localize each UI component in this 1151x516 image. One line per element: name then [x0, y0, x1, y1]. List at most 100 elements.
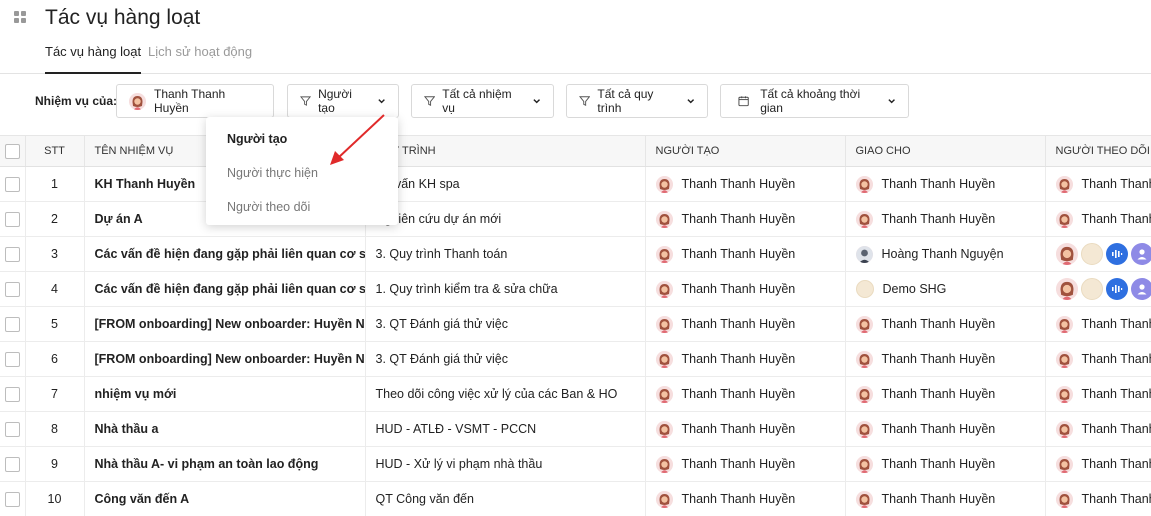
table-row[interactable]: 8 Nhà thầu a HUD - ATLĐ - VSMT - PCCN Thanh…	[0, 411, 1151, 447]
task-filter-button[interactable]: Tất cả nhiệm vụ	[411, 84, 554, 118]
task-name[interactable]: Các vấn đề hiện đang gặp phải liên quan …	[84, 271, 366, 307]
assignee-name: Thanh Thanh Huyền	[881, 492, 996, 506]
row-checkbox[interactable]	[0, 306, 26, 342]
process-name: Tư vấn KH spa	[365, 166, 646, 202]
row-checkbox[interactable]	[0, 376, 26, 412]
select-all-checkbox[interactable]	[0, 135, 26, 167]
avatar-icon	[855, 175, 873, 193]
row-checkbox[interactable]	[0, 446, 26, 482]
page-header: Tác vụ hàng loạt Tác vụ hàng loạt Lịch s…	[0, 0, 1151, 74]
task-name[interactable]: Công văn đến A	[84, 481, 366, 516]
follower-cell: Thanh Thanh Huyền	[1045, 166, 1151, 202]
avatar-icon	[855, 455, 873, 473]
avatar-icon	[1055, 210, 1073, 228]
tasks-table: STT TÊN NHIỆM VỤ QUY TRÌNH NGƯỜI TẠO GIA…	[0, 135, 1151, 516]
table-row[interactable]: 3 Các vấn đề hiện đang gặp phải liên quan…	[0, 236, 1151, 272]
assignee-cell: Thanh Thanh Huyền	[845, 446, 1046, 482]
row-checkbox[interactable]	[0, 341, 26, 377]
dropdown-item-follower[interactable]: Người theo dõi	[227, 200, 310, 214]
assignee-name: Demo SHG	[882, 282, 947, 296]
task-name[interactable]: [FROM onboarding] New onboarder: Huyền N…	[84, 306, 366, 342]
assignee-name: Thanh Thanh Huyền	[881, 457, 996, 471]
row-checkbox[interactable]	[0, 411, 26, 447]
table-row[interactable]: 7 nhiệm vụ mới Theo dõi công việc xử lý củ…	[0, 376, 1151, 412]
avatar-icon	[855, 490, 873, 508]
table-row[interactable]: 6 [FROM onboarding] New onboarder: Huyền …	[0, 341, 1151, 377]
assignee-cell: Thanh Thanh Huyền	[845, 201, 1046, 237]
user-select[interactable]: Thanh Thanh Huyền	[116, 84, 274, 118]
task-name[interactable]: Các vấn đề hiện đang gặp phải liên quan …	[84, 236, 366, 272]
avatar-icon	[855, 385, 873, 403]
role-dropdown-menu: Người tạo Người thực hiện Người theo dõi	[206, 117, 398, 225]
row-checkbox[interactable]	[0, 236, 26, 272]
avatar-icon	[1055, 455, 1073, 473]
row-checkbox[interactable]	[0, 201, 26, 237]
role-filter-label: Người tạo	[318, 87, 352, 115]
time-filter-label: Tất cả khoảng thời gian	[760, 87, 861, 115]
followers-group[interactable]	[1055, 243, 1151, 265]
creator-name: Thanh Thanh Huyền	[681, 492, 796, 506]
follower-name: Thanh Thanh Huyền	[1081, 177, 1151, 191]
table-row[interactable]: 4 Các vấn đề hiện đang gặp phải liên quan…	[0, 271, 1151, 307]
assignee-name: Thanh Thanh Huyền	[881, 352, 996, 366]
follower-cell: Thanh Thanh Huyền	[1045, 446, 1151, 482]
row-checkbox[interactable]	[0, 271, 26, 307]
task-name[interactable]: [FROM onboarding] New onboarder: Huyền N…	[84, 341, 366, 377]
filter-icon	[424, 96, 436, 106]
process-name: HUD - Xử lý vi phạm nhà thầu	[365, 446, 646, 482]
assignee-name: Thanh Thanh Huyền	[881, 317, 996, 331]
avatar-icon	[129, 92, 146, 110]
role-filter-button[interactable]: Người tạo	[287, 84, 399, 118]
assignee-name: Thanh Thanh Huyền	[881, 387, 996, 401]
followers-group[interactable]	[1055, 278, 1151, 300]
task-name[interactable]: Nhà thầu a	[84, 411, 366, 447]
row-number: 1	[25, 166, 85, 202]
task-name[interactable]: Nhà thầu A- vi phạm an toàn lao động	[84, 446, 366, 482]
row-number: 8	[25, 411, 85, 447]
apps-grid-icon[interactable]	[14, 11, 26, 23]
process-name: Theo dõi công việc xử lý của các Ban & H…	[365, 376, 646, 412]
creator-cell: Thanh Thanh Huyền	[645, 411, 846, 447]
creator-cell: Thanh Thanh Huyền	[645, 271, 846, 307]
row-checkbox[interactable]	[0, 166, 26, 202]
creator-name: Thanh Thanh Huyền	[681, 247, 796, 261]
avatar-icon	[1080, 278, 1103, 300]
chevron-down-icon	[378, 99, 385, 104]
creator-name: Thanh Thanh Huyền	[681, 352, 796, 366]
table-row[interactable]: 5 [FROM onboarding] New onboarder: Huyền …	[0, 306, 1151, 342]
assignee-name: Thanh Thanh Huyền	[881, 212, 996, 226]
row-checkbox[interactable]	[0, 481, 26, 516]
process-name: 3. QT Đánh giá thử việc	[365, 341, 646, 377]
dropdown-item-assignee[interactable]: Người thực hiện	[227, 166, 318, 180]
avatar-icon	[855, 210, 873, 228]
row-number: 3	[25, 236, 85, 272]
assignee-cell: Thanh Thanh Huyền	[845, 306, 1046, 342]
assignee-cell: Thanh Thanh Huyền	[845, 411, 1046, 447]
table-row[interactable]: 10 Công văn đến A QT Công văn đến Thanh Tha…	[0, 481, 1151, 516]
follower-cell: Thanh Thanh Huyền	[1045, 376, 1151, 412]
follower-cell	[1045, 271, 1151, 307]
dropdown-item-creator[interactable]: Người tạo	[227, 132, 287, 146]
creator-cell: Thanh Thanh Huyền	[645, 306, 846, 342]
tab-bulk-tasks[interactable]: Tác vụ hàng loạt	[45, 43, 142, 74]
row-number: 7	[25, 376, 85, 412]
creator-name: Thanh Thanh Huyền	[681, 282, 796, 296]
column-header-creator: NGƯỜI TẠO	[645, 135, 846, 167]
avatar-icon	[655, 210, 673, 228]
follower-name: Thanh Thanh Huyền	[1081, 457, 1151, 471]
task-name[interactable]: nhiệm vụ mới	[84, 376, 366, 412]
chevron-down-icon	[532, 99, 540, 104]
avatar-icon	[655, 280, 673, 298]
calendar-icon	[738, 96, 749, 107]
table-row[interactable]: 2 Dự án A Nghiên cứu dự án mới Thanh Thanh …	[0, 201, 1151, 237]
follower-name: Thanh Thanh Huyền	[1081, 492, 1151, 506]
avatar-icon	[855, 315, 873, 333]
audio-wave-icon	[1105, 278, 1128, 300]
creator-cell: Thanh Thanh Huyền	[645, 201, 846, 237]
table-row[interactable]: 1 KH Thanh Huyền Tư vấn KH spa Thanh Thanh …	[0, 166, 1151, 202]
tab-activity-history[interactable]: Lịch sử hoạt động	[148, 43, 252, 74]
table-row[interactable]: 9 Nhà thầu A- vi phạm an toàn lao động HUD…	[0, 446, 1151, 482]
process-filter-button[interactable]: Tất cả quy trình	[566, 84, 708, 118]
follower-name: Thanh Thanh Huyền	[1081, 387, 1151, 401]
time-filter-button[interactable]: Tất cả khoảng thời gian	[720, 84, 909, 118]
